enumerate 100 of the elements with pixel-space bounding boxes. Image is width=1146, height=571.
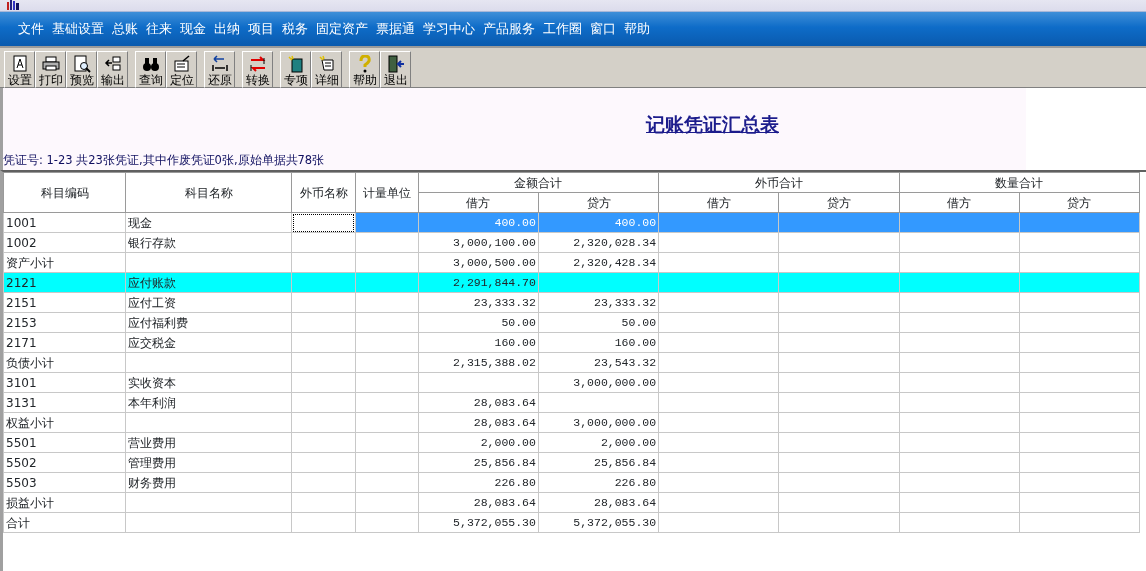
table-row[interactable]: 1002 银行存款 3,000,100.00 2,320,028.34 (3, 232, 1140, 253)
report-title: 记账凭证汇总表 (646, 112, 779, 137)
exit-icon (386, 55, 405, 73)
table-cell: 2151 (6, 295, 37, 310)
table-row[interactable]: 合计 5,372,055.30 5,372,055.30 (3, 512, 1140, 533)
menu-item[interactable]: 总账 (108, 19, 142, 39)
table-cell: 1001 (6, 215, 37, 230)
table-cell: 28,083.64 (594, 495, 657, 509)
toolbar-button[interactable]: 定位 (166, 51, 197, 88)
table-cell: 50.00 (621, 315, 657, 329)
toolbar-button[interactable]: 预览 (66, 51, 97, 88)
menu-item[interactable]: 工作圈 (539, 19, 586, 39)
table-cell: 2,320,428.34 (573, 255, 657, 269)
toolbar-button[interactable]: 查询 (135, 51, 166, 88)
column-header: 借方 (899, 192, 1020, 213)
table-cell: 28,083.64 (473, 415, 536, 429)
voucher-summary: 凭证号: 1-23 共23张凭证,其中作废凭证0张,原始单据共78张 (3, 152, 325, 169)
table-cell: 应付福利费 (128, 315, 189, 330)
table-cell: 3,000,100.00 (453, 235, 536, 249)
table-row[interactable]: 5503 财务费用 226.80 226.80 (3, 472, 1140, 493)
table-cell: 160.00 (494, 335, 536, 349)
table-cell: 本年利润 (128, 395, 177, 410)
table-cell: 3131 (6, 395, 37, 410)
table-row[interactable]: 1001 现金 400.00 400.00 (3, 212, 1140, 233)
convert-icon (248, 55, 267, 73)
menu-item[interactable]: 项目 (244, 19, 278, 39)
toolbar-button[interactable]: 设置 (4, 51, 35, 88)
table-cell: 现金 (128, 215, 153, 230)
toolbar-button[interactable]: 输出 (97, 51, 128, 88)
menu-item[interactable]: 票据通 (372, 19, 419, 39)
table-row[interactable]: 2171 应交税金 160.00 160.00 (3, 332, 1140, 353)
menu-item[interactable]: 基础设置 (48, 19, 108, 39)
toolbar-button[interactable]: 专项 (280, 51, 311, 88)
table-cell: 5,372,055.30 (573, 515, 657, 529)
table-cell: 损益小计 (6, 495, 54, 510)
column-header: 科目名称 (125, 172, 292, 213)
column-header: 外币合计 (658, 172, 899, 193)
table-cell: 3,000,500.00 (453, 255, 536, 269)
table-row[interactable]: 5501 营业费用 2,000.00 2,000.00 (3, 432, 1140, 453)
column-header: 借方 (658, 192, 779, 213)
table-row[interactable]: 损益小计 28,083.64 28,083.64 (3, 492, 1140, 513)
column-header: 外币名称 (292, 172, 356, 213)
toolbar-button[interactable]: 转换 (242, 51, 273, 88)
table-cell: 2,315,388.02 (453, 355, 536, 369)
table-cell: 资产小计 (6, 255, 54, 270)
table-cell: 1002 (6, 235, 37, 250)
table-cell: 400.00 (614, 215, 657, 229)
table-cell: 160.00 (614, 335, 657, 349)
table-row[interactable]: 5502 管理费用 25,856.84 25,856.84 (3, 452, 1140, 473)
table-row[interactable]: 权益小计 28,083.64 3,000,000.00 (3, 412, 1140, 433)
table-row[interactable]: 负债小计 2,315,388.02 23,543.32 (3, 352, 1140, 373)
menu-item[interactable]: 窗口 (586, 19, 620, 39)
menu-item[interactable]: 税务 (278, 19, 312, 39)
table-cell: 23,543.32 (594, 355, 657, 369)
table-cell: 应付工资 (128, 295, 177, 310)
table-cell: 226.80 (494, 475, 536, 489)
table-cell: 5501 (6, 435, 37, 450)
binoculars-icon (141, 55, 160, 73)
table-cell: 管理费用 (128, 455, 177, 470)
column-header: 科目编码 (3, 172, 126, 213)
table-row[interactable]: 资产小计 3,000,500.00 2,320,428.34 (3, 252, 1140, 273)
toolbar-button[interactable]: 打印 (35, 51, 66, 88)
table-cell: 2,291,844.70 (453, 275, 536, 289)
menu-item[interactable]: 固定资产 (312, 19, 372, 39)
table-cell: 3,000,000.00 (573, 375, 657, 389)
table-cell: 2171 (6, 335, 37, 350)
document-icon (10, 55, 29, 73)
export-icon (103, 55, 122, 73)
menu-item[interactable]: 产品服务 (479, 19, 539, 39)
table-row[interactable]: 3101 实收资本 3,000,000.00 (3, 372, 1140, 393)
table-cell: 5502 (6, 455, 37, 470)
table-cell: 50.00 (501, 315, 536, 329)
table-row[interactable]: 2153 应付福利费 50.00 50.00 (3, 312, 1140, 333)
toolbar-button[interactable]: 退出 (380, 51, 411, 88)
app-logo-icon (6, 0, 20, 10)
table-cell: 2,000.00 (480, 435, 536, 449)
table-row[interactable]: 3131 本年利润 28,083.64 (3, 392, 1140, 413)
column-header: 贷方 (778, 192, 899, 213)
table-cell: 5503 (6, 475, 37, 490)
table-cell: 5,372,055.30 (453, 515, 536, 529)
table-cell: 3101 (6, 375, 37, 390)
toolbar-button[interactable]: 帮助 (349, 51, 380, 88)
table-row[interactable]: 2121 应付账款 2,291,844.70 (3, 272, 1140, 293)
menu-item[interactable]: 学习中心 (419, 19, 479, 39)
table-cell: 应付账款 (128, 275, 177, 290)
table-cell: 28,083.64 (473, 495, 536, 509)
toolbar-button[interactable]: 详细 (311, 51, 342, 88)
table-cell: 应交税金 (128, 335, 177, 350)
toolbar-button[interactable]: 还原 (204, 51, 235, 88)
menu-item[interactable]: 往来 (142, 19, 176, 39)
table-cell: 226.80 (614, 475, 657, 489)
table-row[interactable]: 2151 应付工资 23,333.32 23,333.32 (3, 292, 1140, 313)
menu-item[interactable]: 文件 (14, 19, 48, 39)
table-cell: 2,320,028.34 (573, 235, 657, 249)
menu-item[interactable]: 帮助 (620, 19, 654, 39)
column-header: 贷方 (538, 192, 659, 213)
table-cell: 合计 (6, 515, 30, 530)
menu-item[interactable]: 出纳 (210, 19, 244, 39)
menu-item[interactable]: 现金 (176, 19, 210, 39)
column-header: 借方 (418, 192, 539, 213)
